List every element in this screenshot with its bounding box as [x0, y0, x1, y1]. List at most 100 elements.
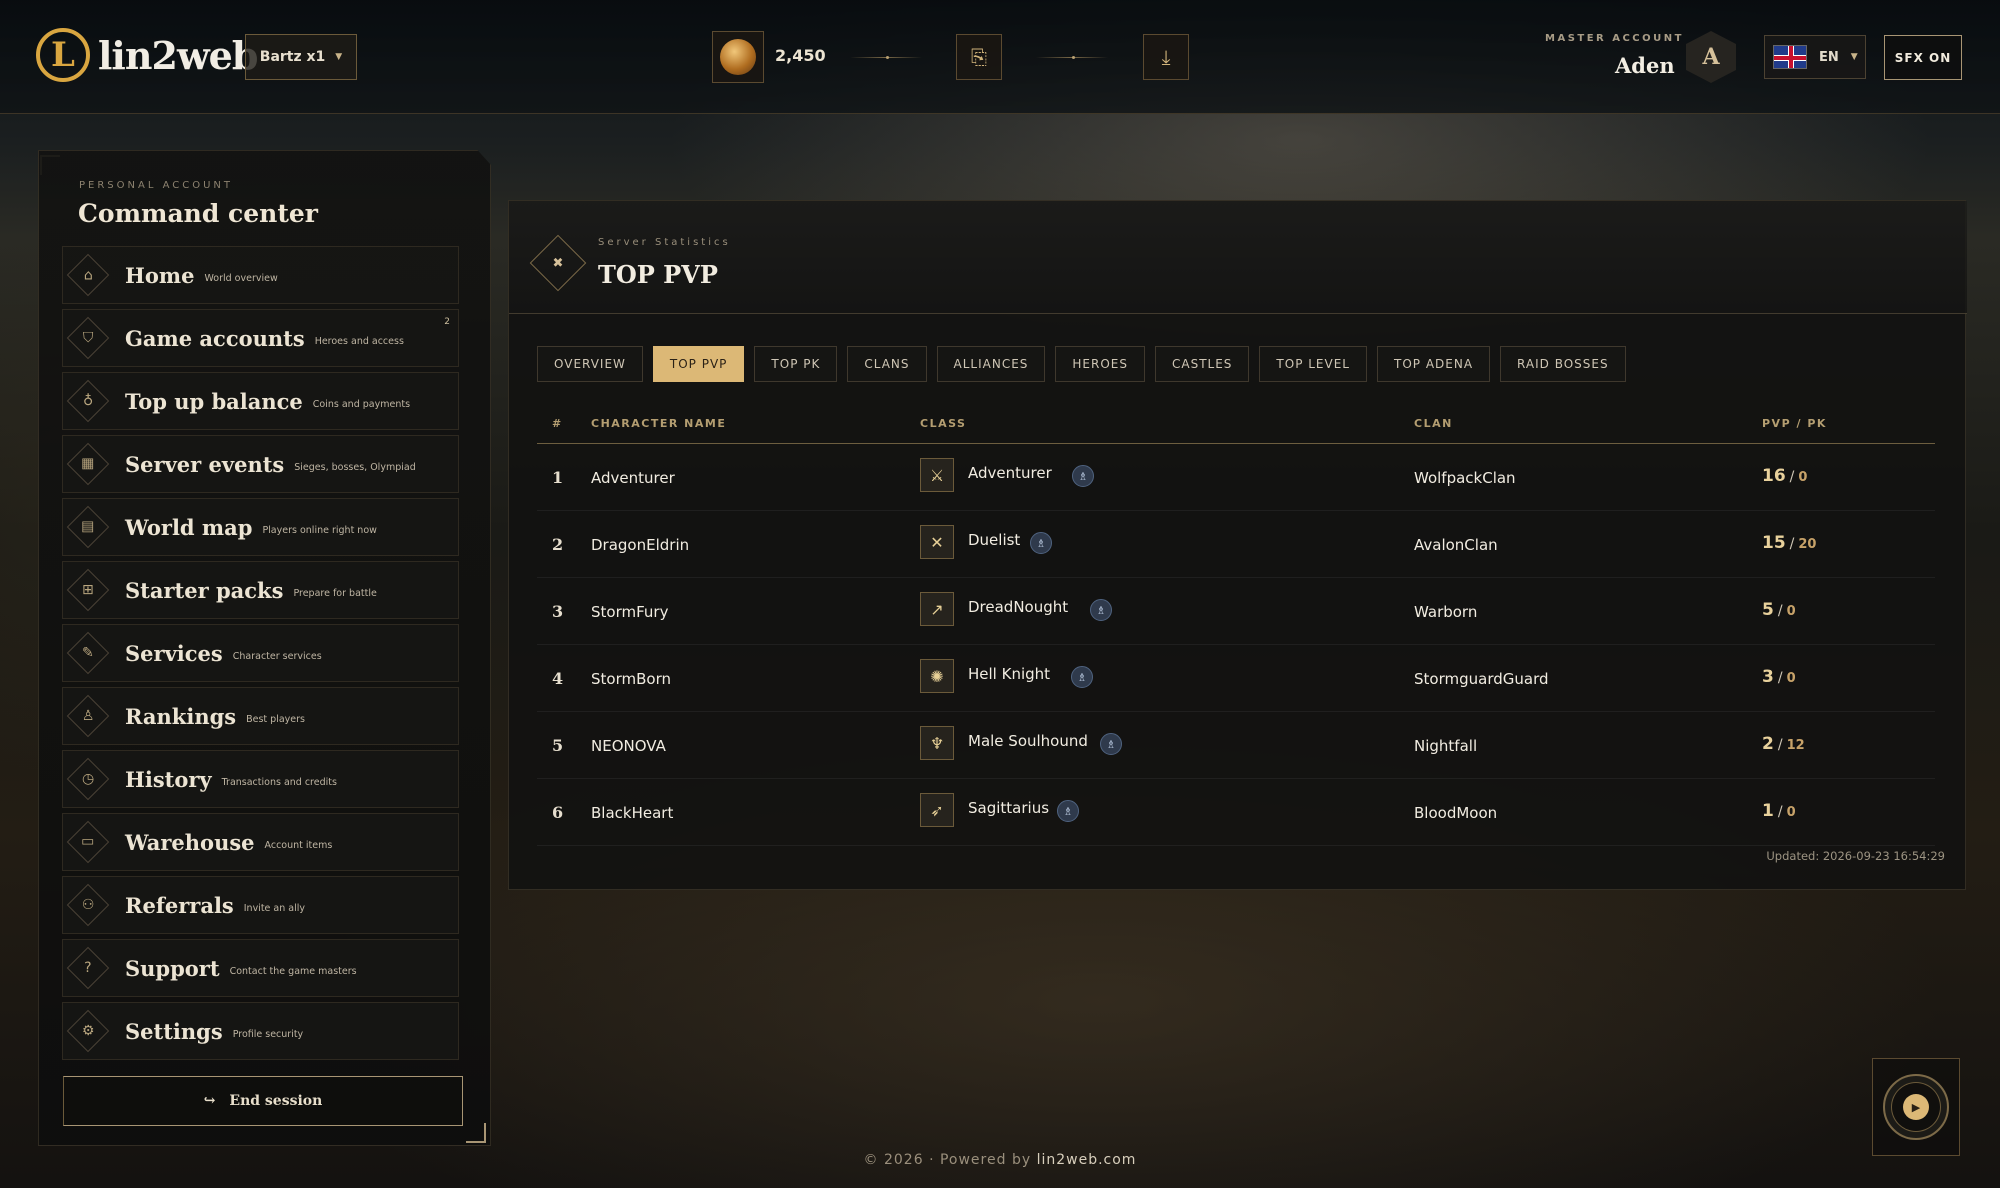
sidebar-item-home[interactable]: ⌂ Home World overview	[62, 246, 459, 304]
sidebar-item-label: Warehouse	[125, 829, 255, 855]
column-character-name: CHARACTER NAME	[591, 417, 727, 430]
tab-raid-bosses[interactable]: RAID BOSSES	[1500, 346, 1626, 382]
tab-heroes[interactable]: HEROES	[1055, 346, 1145, 382]
table-row[interactable]: 5 NEONOVA ♆ Male Soulhound ♗ Nightfall 2/12	[537, 712, 1935, 779]
separator: /	[1777, 670, 1783, 686]
swords-icon: ✖	[529, 234, 587, 292]
character-name-cell[interactable]: StormFury	[591, 603, 668, 621]
logo[interactable]: L lin2web	[36, 28, 258, 82]
sidebar-item-support[interactable]: ? Support Contact the game masters	[62, 939, 459, 997]
logo-mark-icon: L	[36, 28, 90, 82]
class-info-icon[interactable]: ♗	[1090, 599, 1112, 621]
class-icon: ✺	[920, 659, 954, 693]
pvp-count: 5	[1762, 600, 1774, 620]
tab-overview[interactable]: OVERVIEW	[537, 346, 643, 382]
class-info-icon[interactable]: ♗	[1100, 733, 1122, 755]
rank-cell: 3	[552, 602, 564, 621]
tab-top-level[interactable]: TOP LEVEL	[1259, 346, 1367, 382]
sidebar-item-settings[interactable]: ⚙ Settings Profile security	[62, 1002, 459, 1060]
class-info-icon[interactable]: ♗	[1071, 666, 1093, 688]
pvp-count: 1	[1762, 801, 1774, 821]
sidebar-item-label: Server events	[125, 451, 285, 477]
sidebar-item-label: History	[125, 766, 212, 792]
class-cell: Duelist	[968, 531, 1021, 549]
sidebar-item-top-up-balance[interactable]: ♁ Top up balance Coins and payments	[62, 372, 459, 430]
character-name-cell[interactable]: DragonEldrin	[591, 536, 689, 554]
footer-link[interactable]: lin2web.com	[1037, 1152, 1137, 1168]
download-button[interactable]: ⤓	[1143, 34, 1189, 80]
download-icon: ⤓	[1161, 45, 1171, 69]
clan-cell[interactable]: BloodMoon	[1414, 804, 1497, 822]
character-name-cell[interactable]: Adventurer	[591, 469, 675, 487]
server-select[interactable]: Bartz x1 ▼	[245, 34, 357, 80]
sidebar-title: Command center	[78, 199, 318, 228]
character-name-cell[interactable]: NEONOVA	[591, 737, 666, 755]
pk-count: 12	[1786, 738, 1805, 753]
avatar[interactable]: A	[1686, 31, 1736, 83]
pvp-count: 16	[1762, 466, 1786, 486]
character-name-cell[interactable]: StormBorn	[591, 670, 671, 688]
sidebar-label: PERSONAL ACCOUNT	[79, 180, 233, 191]
sidebar-item-referrals[interactable]: ⚇ Referrals Invite an ally	[62, 876, 459, 934]
clan-cell[interactable]: Nightfall	[1414, 737, 1477, 755]
tab-alliances[interactable]: ALLIANCES	[936, 346, 1046, 382]
sidebar-item-services[interactable]: ✎ Services Character services	[62, 624, 459, 682]
sidebar-item-game-accounts[interactable]: ⛉ Game accounts Heroes and access 2	[62, 309, 459, 367]
logout-icon: ↪	[203, 1093, 216, 1109]
sidebar-item-subtitle: Account items	[264, 839, 333, 851]
clan-cell[interactable]: StormguardGuard	[1414, 670, 1549, 688]
sidebar-item-rankings[interactable]: ♙ Rankings Best players	[62, 687, 459, 745]
clan-cell[interactable]: AvalonClan	[1414, 536, 1498, 554]
sidebar-item-history[interactable]: ◷ History Transactions and credits	[62, 750, 459, 808]
table-row[interactable]: 1 Adventurer ⚔ Adventurer ♗ WolfpackClan 16/0	[537, 444, 1935, 511]
class-info-icon[interactable]: ♗	[1030, 532, 1052, 554]
table-row[interactable]: 6 BlackHeart ➶ Sagittarius ♗ BloodMoon 1/0	[537, 779, 1935, 846]
table-row[interactable]: 2 DragonEldrin ✕ Duelist ♗ AvalonClan 15/20	[537, 511, 1935, 578]
end-session-button[interactable]: ↪ End session	[63, 1076, 463, 1126]
decorative-corner	[466, 1123, 486, 1143]
music-player-button[interactable]: ▶	[1872, 1058, 1960, 1156]
class-info-icon[interactable]: ♗	[1072, 465, 1094, 487]
sidebar-item-world-map[interactable]: ▤ World map Players online right now	[62, 498, 459, 556]
sidebar-item-warehouse[interactable]: ▭ Warehouse Account items	[62, 813, 459, 871]
column-pvp-pk: PVP / PK	[1762, 417, 1827, 430]
tab-castles[interactable]: CASTLES	[1155, 346, 1250, 382]
map-icon: ▤	[66, 505, 110, 549]
rank-cell: 2	[552, 535, 564, 554]
class-cell: DreadNought	[968, 598, 1069, 616]
class-info-icon[interactable]: ♗	[1057, 800, 1079, 822]
sidebar-item-label: Rankings	[125, 703, 237, 729]
language-select[interactable]: EN ▼	[1764, 35, 1866, 79]
sidebar-item-subtitle: World overview	[204, 272, 278, 284]
sidebar-item-label: Game accounts	[125, 325, 305, 351]
sidebar-item-subtitle: Best players	[246, 713, 305, 725]
panel-header: ✖ Server Statistics TOP PVP	[509, 201, 1967, 314]
table-row[interactable]: 3 StormFury ↗ DreadNought ♗ Warborn 5/0	[537, 578, 1935, 645]
wrench-icon: ✎	[66, 631, 110, 675]
clan-cell[interactable]: Warborn	[1414, 603, 1477, 621]
tab-clans[interactable]: CLANS	[847, 346, 927, 382]
users-icon: ⚇	[66, 883, 110, 927]
clan-cell[interactable]: WolfpackClan	[1414, 469, 1516, 487]
ticket-button[interactable]: ⎘	[956, 34, 1002, 80]
shield-icon: ⛉	[66, 316, 110, 360]
tab-top-pvp[interactable]: TOP PVP	[652, 346, 745, 382]
sidebar-item-server-events[interactable]: ▦ Server events Sieges, bosses, Olympiad	[62, 435, 459, 493]
coin-balance: 2,450	[775, 46, 826, 65]
coin-icon	[720, 39, 756, 75]
master-account-name: Aden	[1615, 53, 1675, 78]
count-badge: 2	[444, 317, 450, 327]
clock-icon: ◷	[66, 757, 110, 801]
tab-top-adena[interactable]: TOP ADENA	[1377, 346, 1491, 382]
language-value: EN	[1819, 49, 1839, 65]
sfx-toggle-button[interactable]: SFX ON	[1884, 35, 1962, 80]
sidebar-item-starter-packs[interactable]: ⊞ Starter packs Prepare for battle	[62, 561, 459, 619]
class-cell: Male Soulhound	[968, 732, 1088, 750]
tab-top-pk[interactable]: TOP PK	[754, 346, 838, 382]
chevron-down-icon: ▼	[1850, 52, 1858, 62]
vinyl-disc-icon: ▶	[1883, 1074, 1949, 1140]
character-name-cell[interactable]: BlackHeart	[591, 804, 673, 822]
table-row[interactable]: 4 StormBorn ✺ Hell Knight ♗ StormguardGuard 3/…	[537, 645, 1935, 712]
coin-balance-button[interactable]	[712, 31, 764, 83]
sidebar-item-label: Support	[125, 955, 220, 981]
